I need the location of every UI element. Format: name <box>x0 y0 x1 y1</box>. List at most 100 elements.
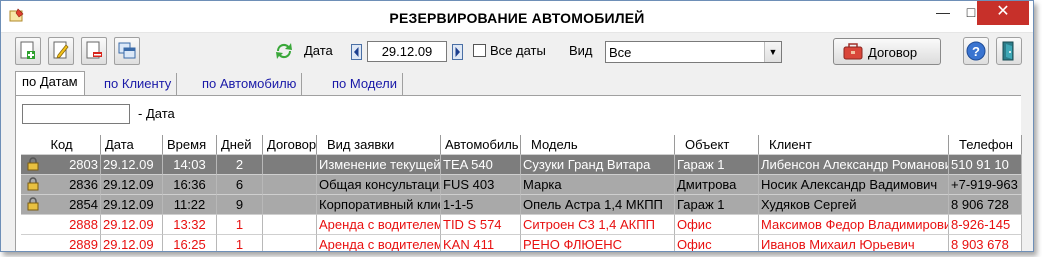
car-cell: 1-1-5 <box>441 195 521 215</box>
copy-record-button[interactable] <box>114 37 140 65</box>
contract-cell <box>263 155 317 175</box>
phone-cell: 510 91 10 <box>949 155 1022 175</box>
date-filter-input[interactable] <box>22 104 130 124</box>
model-cell: РЕНО ФЛЮЕНС <box>521 235 675 251</box>
request-type-cell: Корпоративный клиент <box>317 195 441 215</box>
delete-icon <box>86 41 102 59</box>
table-row[interactable]: 2854 29.12.09 11:22 9 Корпоративный клие… <box>21 195 1022 215</box>
edit-record-button[interactable] <box>48 37 74 65</box>
tab-by-date[interactable]: по Датам <box>15 71 85 96</box>
time-cell: 13:32 <box>163 215 217 235</box>
next-date-button[interactable] <box>451 41 463 62</box>
contract-cell <box>263 235 317 251</box>
column-header-request-type[interactable]: Вид заявки <box>317 135 441 155</box>
date-field[interactable]: 29.12.09 <box>367 41 447 62</box>
view-select[interactable]: Все ▼ <box>605 41 782 63</box>
refresh-icon <box>276 43 292 59</box>
main-window: РЕЗЕРВИРОВАНИЕ АВТОМОБИЛЕЙ — □ ✕ Дата 29… <box>0 0 1034 252</box>
days-cell: 1 <box>217 235 263 251</box>
model-cell: Опель Астра 1,4 МКПП <box>521 195 675 215</box>
tab-by-model[interactable]: по Модели <box>327 73 404 95</box>
refresh-button[interactable] <box>272 37 296 65</box>
table-row[interactable]: 2888 29.12.09 13:32 1 Аренда с водителем… <box>21 215 1022 235</box>
phone-cell: 8 903 678 <box>949 235 1022 251</box>
title-bar: РЕЗЕРВИРОВАНИЕ АВТОМОБИЛЕЙ — □ ✕ <box>1 1 1033 33</box>
request-type-cell: Аренда с водителем <box>317 215 441 235</box>
prev-date-button[interactable] <box>350 41 362 62</box>
code-cell: 2854 <box>21 195 101 215</box>
date-cell: 29.12.09 <box>101 155 163 175</box>
car-cell: KAN 411 <box>441 235 521 251</box>
close-button[interactable]: ✕ <box>977 1 1029 25</box>
car-cell: FUS 403 <box>441 175 521 195</box>
table-row[interactable]: 2836 29.12.09 16:36 6 Общая консультация… <box>21 175 1022 195</box>
date-cell: 29.12.09 <box>101 175 163 195</box>
view-label: Вид <box>569 43 593 58</box>
edit-icon <box>53 41 69 59</box>
code-cell: 2888 <box>21 215 101 235</box>
model-cell: Сузуки Гранд Витара <box>521 155 675 175</box>
column-header-model[interactable]: Модель <box>521 135 675 155</box>
toolbar: Дата 29.12.09 Все даты Вид Все ▼ Договор… <box>1 33 1033 69</box>
add-record-button[interactable] <box>15 37 41 65</box>
time-cell: 14:03 <box>163 155 217 175</box>
help-icon: ? <box>966 41 986 61</box>
phone-cell: 8-926-145 <box>949 215 1022 235</box>
column-header-date[interactable]: Дата <box>101 135 163 155</box>
code-value: 2836 <box>69 177 98 192</box>
object-cell: Гараж 1 <box>675 195 759 215</box>
code-cell: 2836 <box>21 175 101 195</box>
car-cell: TID S 574 <box>441 215 521 235</box>
minimize-button[interactable]: — <box>920 1 966 25</box>
table-row[interactable]: 2803 29.12.09 14:03 2 Изменение текущей … <box>21 155 1022 175</box>
all-dates-checkbox[interactable] <box>473 44 486 57</box>
copy-icon <box>118 42 136 59</box>
client-cell: Носик Александр Вадимович <box>759 175 949 195</box>
column-header-object[interactable]: Объект <box>675 135 759 155</box>
code-cell: 2889 <box>21 235 101 251</box>
client-cell: Иванов Михаил Юрьевич <box>759 235 949 251</box>
column-header-time[interactable]: Время <box>163 135 217 155</box>
svg-text:?: ? <box>972 44 980 59</box>
add-icon <box>20 41 35 59</box>
column-header-phone[interactable]: Телефон <box>949 135 1022 155</box>
lock-icon <box>27 197 39 214</box>
request-type-cell: Общая консультация <box>317 175 441 195</box>
car-cell: TEA 540 <box>441 155 521 175</box>
contract-cell <box>263 215 317 235</box>
date-cell: 29.12.09 <box>101 215 163 235</box>
date-cell: 29.12.09 <box>101 235 163 251</box>
help-button[interactable]: ? <box>963 37 989 65</box>
tab-by-car[interactable]: по Автомобилю <box>197 73 303 95</box>
column-header-code[interactable]: Код <box>21 135 101 155</box>
object-cell: Офис <box>675 215 759 235</box>
object-cell: Офис <box>675 235 759 251</box>
briefcase-icon <box>843 43 863 60</box>
contract-button[interactable]: Договор <box>833 38 941 65</box>
time-cell: 11:22 <box>163 195 217 215</box>
contract-cell <box>263 175 317 195</box>
window-title: РЕЗЕРВИРОВАНИЕ АВТОМОБИЛЕЙ <box>389 10 645 26</box>
lock-icon <box>27 157 39 174</box>
exit-icon <box>1002 41 1014 61</box>
table-row[interactable]: 2889 29.12.09 16:25 1 Аренда с водителем… <box>21 235 1022 251</box>
code-cell: 2803 <box>21 155 101 175</box>
model-cell: Марка <box>521 175 675 195</box>
view-select-value: Все <box>609 45 632 60</box>
delete-record-button[interactable] <box>81 37 107 65</box>
tab-panel: - Дата Код Дата Время Дней Договор Вид з… <box>15 95 1022 251</box>
column-header-contract[interactable]: Договор <box>263 135 317 155</box>
grid-header: Код Дата Время Дней Договор Вид заявки А… <box>21 135 1022 155</box>
days-cell: 9 <box>217 195 263 215</box>
phone-cell: +7-919-963 <box>949 175 1022 195</box>
column-header-client[interactable]: Клиент <box>759 135 949 155</box>
column-header-car[interactable]: Автомобиль <box>441 135 521 155</box>
request-type-cell: Изменение текущей <box>317 155 441 175</box>
phone-cell: 8 906 728 <box>949 195 1022 215</box>
maximize-button[interactable]: □ <box>966 1 976 25</box>
tab-by-client[interactable]: по Клиенту <box>99 73 178 95</box>
exit-button[interactable] <box>996 37 1022 65</box>
chevron-down-icon[interactable]: ▼ <box>764 42 781 62</box>
column-header-days[interactable]: Дней <box>217 135 263 155</box>
date-cell: 29.12.09 <box>101 195 163 215</box>
